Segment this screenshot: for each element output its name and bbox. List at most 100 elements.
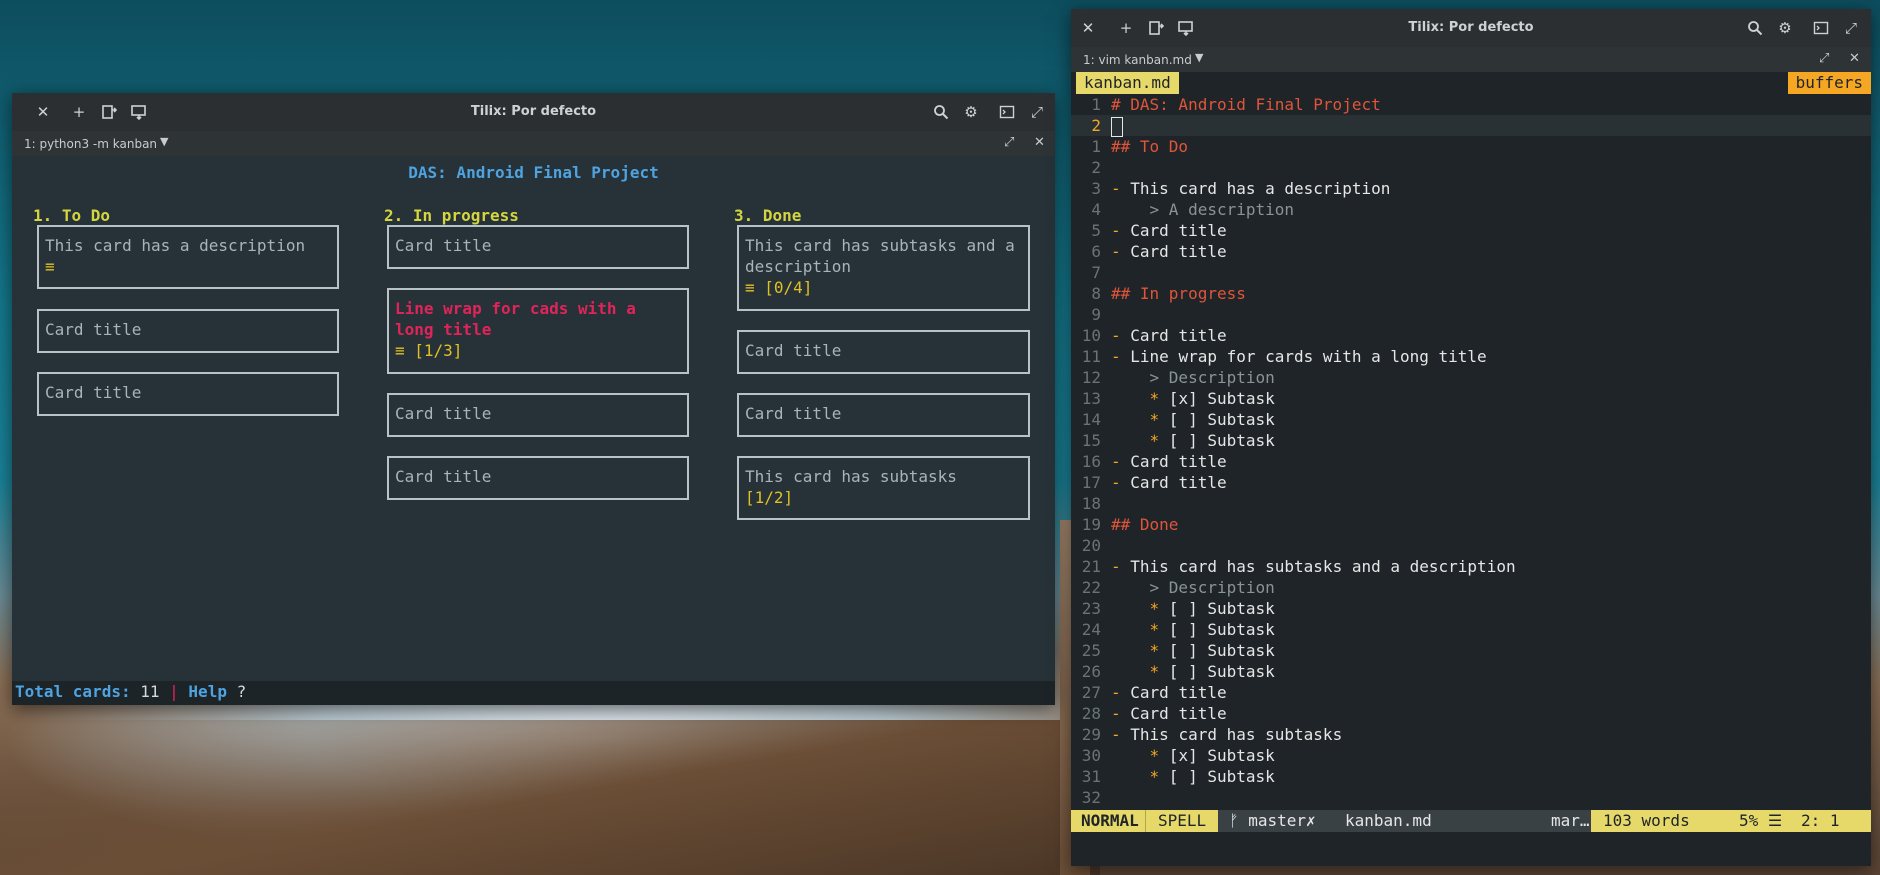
kanban-card[interactable]: Card title [737,330,1030,374]
line-number: 6 [1091,242,1101,261]
chevron-down-icon[interactable]: ▼ [160,135,168,148]
maximize-icon[interactable]: ⤢ [1840,17,1862,39]
card-subtask-count: ≡ [1/3] [395,341,463,360]
vim-terminal-window: ✕ + Tilix: Por defecto ⚙ ⤢ 1: vim kanban… [1071,9,1871,866]
close-terminal-icon[interactable]: ✕ [1849,51,1860,66]
vim-line[interactable]: 6 - Card title [1071,241,1871,262]
vim-line[interactable]: 10 - Card title [1071,325,1871,346]
vim-line[interactable]: 2 [1071,115,1871,137]
close-terminal-icon[interactable]: ✕ [1034,135,1045,150]
kanban-card[interactable]: Card title [387,393,689,437]
vim-line[interactable]: 13 * [x] Subtask [1071,388,1871,409]
line-number: 32 [1081,788,1101,807]
vim-line[interactable]: 21 - This card has subtasks and a descrip… [1071,556,1871,577]
column-header-in-progress: 2. In progress [384,206,519,225]
vim-line[interactable]: 15 * [ ] Subtask [1071,430,1871,451]
gear-icon[interactable]: ⚙ [960,101,982,123]
vim-line[interactable]: 2 [1071,157,1871,178]
vim-line[interactable]: 1 # DAS: Android Final Project [1071,94,1871,115]
terminal-tab-label[interactable]: 1: python3 -m kanban [24,137,157,151]
vim-line[interactable]: 4 > A description [1071,199,1871,220]
kanban-terminal[interactable]: DAS: Android Final Project 1. To Do 2. I… [12,156,1055,705]
kanban-card[interactable]: This card has subtasks [1/2] [737,456,1030,520]
line-text: ## In progress [1111,284,1246,303]
board-title: DAS: Android Final Project [408,163,659,182]
gear-icon[interactable]: ⚙ [1774,17,1796,39]
vim-statusline: NORMAL SPELL ᚠ master✗ kanban.md mar… 10… [1071,810,1871,832]
vim-tab-kanban[interactable]: kanban.md [1076,72,1179,94]
vim-line[interactable]: 31 * [ ] Subtask [1071,766,1871,787]
line-number: 29 [1081,725,1101,744]
kanban-card[interactable]: Card title [387,456,689,500]
vim-line[interactable]: 7 [1071,262,1871,283]
vim-line[interactable]: 23 * [ ] Subtask [1071,598,1871,619]
vim-line[interactable]: 3 - This card has a description [1071,178,1871,199]
vim-line[interactable]: 27 - Card title [1071,682,1871,703]
vim-line[interactable]: 11 - Line wrap for cards with a long titl… [1071,346,1871,367]
chevron-down-icon[interactable]: ▼ [1195,51,1203,64]
vim-line[interactable]: 20 [1071,535,1871,556]
line-text: > A description [1111,200,1295,219]
window-titlebar: ✕ + Tilix: Por defecto ⚙ ⤢ [12,93,1055,131]
vim-line[interactable]: 30 * [x] Subtask [1071,745,1871,766]
line-text: ## To Do [1111,137,1189,156]
line-number: 12 [1081,368,1101,387]
line-number: 2 [1091,158,1101,177]
vim-line[interactable]: 26 * [ ] Subtask [1071,661,1871,682]
vim-spell: SPELL [1145,810,1219,832]
line-number: 28 [1081,704,1101,723]
vim-line[interactable]: 5 - Card title [1071,220,1871,241]
help-label: Help [188,682,227,701]
line-number: 16 [1081,452,1101,471]
vim-line[interactable]: 28 - Card title [1071,703,1871,724]
vim-line[interactable]: 32 [1071,787,1871,808]
maximize-icon[interactable]: ⤢ [1026,101,1048,123]
vim-line[interactable]: 1 ## To Do [1071,136,1871,157]
vim-line[interactable]: 17 - Card title [1071,472,1871,493]
status-separator: | [169,682,179,701]
vim-line[interactable]: 18 [1071,493,1871,514]
vim-line[interactable]: 25 * [ ] Subtask [1071,640,1871,661]
line-text: - Card title [1111,683,1227,702]
line-text: - Card title [1111,473,1227,492]
vim-buffer-lines[interactable]: 1 # DAS: Android Final Project 2 1 ## To Do 2… [1071,94,1871,808]
line-text: > Description [1111,368,1275,387]
card-title: Card title [45,383,142,402]
vim-line[interactable]: 24 * [ ] Subtask [1071,619,1871,640]
vim-line[interactable]: 16 - Card title [1071,451,1871,472]
line-text: * [x] Subtask [1149,746,1275,765]
vim-editor[interactable]: kanban.md buffers 1 # DAS: Android Final … [1071,72,1871,866]
expand-terminal-icon[interactable]: ⤢ [1819,51,1829,66]
kanban-card-selected[interactable]: Line wrap for cads with a long title ≡ [… [387,288,689,374]
expand-terminal-icon[interactable]: ⤢ [1004,135,1014,150]
card-title: Card title [45,320,142,339]
search-icon[interactable] [930,101,952,123]
search-icon[interactable] [1744,17,1766,39]
vim-line[interactable]: 8 ## In progress [1071,283,1871,304]
line-text: - Card title [1111,221,1227,240]
line-text: > Description [1111,578,1275,597]
line-text: * [ ] Subtask [1149,767,1275,786]
sidebar-icon[interactable] [1810,17,1832,39]
kanban-status-bar: Total cards: 11 | Help ? [12,681,1055,705]
line-number: 25 [1081,641,1101,660]
kanban-card[interactable]: Card title [387,225,689,269]
kanban-card[interactable]: This card has a description ≡ [37,225,339,289]
vim-line[interactable]: 19 ## Done [1071,514,1871,535]
vim-line[interactable]: 22 > Description [1071,577,1871,598]
line-text: * [ ] Subtask [1149,662,1275,681]
kanban-card[interactable]: Card title [37,372,339,416]
terminal-tab-label[interactable]: 1: vim kanban.md [1083,53,1192,67]
vim-line[interactable]: 9 [1071,304,1871,325]
kanban-card[interactable]: This card has subtasks and a description… [737,225,1030,311]
card-description-indicator: ≡ [45,257,55,276]
vim-line[interactable]: 12 > Description [1071,367,1871,388]
kanban-card[interactable]: Card title [37,309,339,353]
vim-mode: NORMAL [1071,810,1149,832]
terminal-tab-bar: 1: python3 -m kanban ▼ ⤢ ✕ [12,131,1055,156]
vim-line[interactable]: 29 - This card has subtasks [1071,724,1871,745]
word-count: 103 words [1603,811,1690,830]
sidebar-icon[interactable] [996,101,1018,123]
vim-line[interactable]: 14 * [ ] Subtask [1071,409,1871,430]
kanban-card[interactable]: Card title [737,393,1030,437]
